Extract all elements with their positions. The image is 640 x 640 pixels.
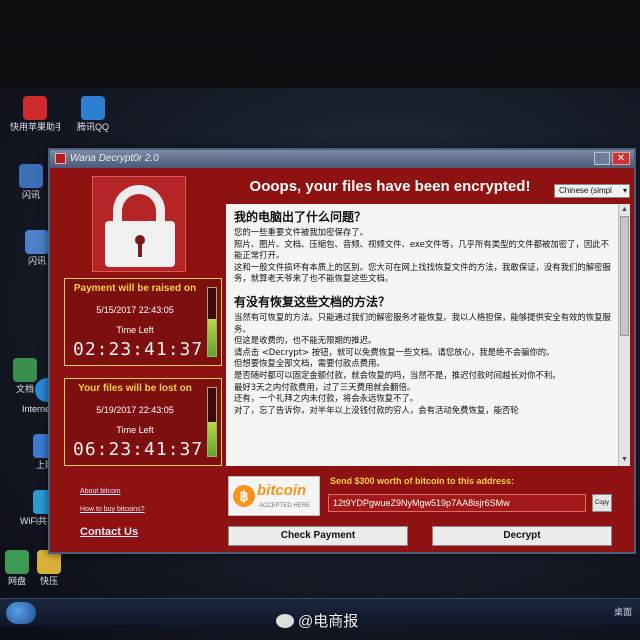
panel-header: Your files will be lost on (78, 383, 192, 394)
time-left-label: Time Left (116, 425, 154, 435)
shanxun-icon (25, 230, 49, 254)
payment-raise-panel: Payment will be raised on 5/15/2017 22:4… (64, 278, 222, 366)
copy-button[interactable]: Copy (592, 494, 612, 512)
close-button[interactable]: ✕ (612, 152, 630, 165)
about-bitcoin-link[interactable]: About bitcoin (80, 488, 120, 495)
wana-decryptor-window: Wana Decrypt0r 2.0 ✕ Payment will be rai… (48, 148, 636, 554)
scroll-down-icon[interactable]: ▼ (620, 455, 629, 465)
weibo-icon (276, 614, 294, 628)
panel-header: Payment will be raised on (73, 283, 197, 294)
scroll-up-icon[interactable]: ▲ (620, 205, 629, 215)
message-scrollbar[interactable]: ▲ ▼ (618, 204, 630, 466)
window-title: Wana Decrypt0r 2.0 (70, 153, 159, 164)
weibo-watermark: @电商报 (276, 610, 358, 631)
desktop-icon-qq[interactable]: 腾讯QQ (68, 96, 118, 133)
message-paragraph: 但这是收费的，也不能无限期的推迟。 (234, 335, 377, 346)
watermark-text: @电商报 (298, 613, 359, 630)
send-instruction: Send $300 worth of bitcoin to this addre… (330, 476, 515, 486)
countdown-progress-bar (207, 287, 217, 357)
message-paragraph: 您的一些重要文件被我加密保存了。 (234, 227, 368, 237)
progress-fill (208, 318, 216, 356)
bitcoin-icon: ฿ (233, 485, 255, 507)
bitcoin-logo: ฿ bitcoin ACCEPTED HERE (228, 476, 320, 516)
chevron-down-icon: ▾ (622, 186, 627, 195)
progress-fill (208, 422, 216, 456)
message-heading: 我的电脑出了什么问题？ (234, 210, 367, 224)
countdown-progress-bar (207, 387, 217, 457)
countdown-timer: 02:23:41:37 (73, 339, 204, 360)
panel-date: 5/15/2017 22:43:05 (96, 305, 174, 315)
kuaiyong-icon (23, 96, 47, 120)
bitcoin-address-field[interactable]: 12t9YDPgwueZ9NyMgw519p7AA8isjr6SMw (328, 494, 586, 512)
shanxun-icon (19, 164, 43, 188)
message-paragraph: 但想要恢复全部文档，需要付款点费用。 (234, 358, 385, 369)
check-payment-button[interactable]: Check Payment (228, 526, 408, 546)
ransom-message-box[interactable]: 我的电脑出了什么问题？ 您的一些重要文件被我加密保存了。 照片、图片、文档、压缩… (226, 204, 618, 466)
countdown-timer: 06:23:41:37 (73, 439, 204, 460)
desktop-icon-kuaiyong[interactable]: 快用苹果助手 (10, 96, 60, 133)
contact-us-link[interactable]: Contact Us (80, 526, 138, 538)
keyhole-slot (138, 243, 142, 257)
decrypt-button[interactable]: Decrypt (432, 526, 612, 546)
language-select[interactable]: Chinese (simpl ▾ (554, 184, 630, 198)
maximize-button[interactable] (594, 152, 610, 165)
desktop-icon-label: 网盘 (7, 576, 26, 586)
panel-date: 5/19/2017 22:43:05 (96, 405, 174, 415)
message-paragraph: 照片、图片、文档、压缩包、音频、视频文件、exe文件等，几乎所有类型的文件都被加… (234, 238, 609, 261)
netdisk-icon (5, 550, 29, 574)
bitcoin-logo-sub: ACCEPTED HERE (259, 503, 311, 509)
padlock-image (92, 176, 186, 272)
time-left-label: Time Left (116, 325, 154, 335)
desktop-icon-label: 腾讯QQ (76, 122, 109, 132)
scrollbar-thumb[interactable] (620, 216, 629, 336)
message-paragraph: 请点击 <Decrypt> 按钮，就可以免费恢复一些文档。请您放心，我是绝不会骗… (234, 346, 555, 357)
bitcoin-logo-word: bitcoin (257, 482, 307, 499)
language-value: Chinese (simpl (559, 186, 612, 195)
message-paragraph: 当然有可恢复的方法。只能通过我们的解密服务才能恢复。我以人格担保，能够提供安全有… (234, 311, 611, 334)
ransom-headline: Ooops, your files have been encrypted! (249, 178, 531, 195)
desktop-icon-label: 快用苹果助手 (10, 122, 60, 132)
message-paragraph: 对了，忘了告诉你，对半年以上没钱付款的穷人，会有活动免费恢复，能否轮 (234, 404, 519, 415)
how-to-buy-link[interactable]: How to buy bitcoins? (80, 506, 145, 513)
message-paragraph: 是否随时都可以固定金额付款，就会恢复的吗，当然不是，推迟付款时间越长对你不利。 (234, 369, 561, 380)
message-paragraph: 还有，一个礼拜之内未付款，将会永远恢复不了。 (234, 393, 419, 404)
start-button[interactable] (6, 602, 36, 624)
qq-icon (81, 96, 105, 120)
app-icon (55, 153, 66, 164)
message-paragraph: 这和一般文件损坏有本质上的区别。您大可在网上找找恢复文件的方法，我敢保证，没有我… (234, 261, 611, 284)
files-lost-panel: Your files will be lost on 5/19/2017 22:… (64, 378, 222, 466)
system-tray[interactable]: 桌面 (614, 605, 632, 618)
desktop-icon-netdisk[interactable]: 网盘 (0, 550, 42, 587)
window-titlebar[interactable]: Wana Decrypt0r 2.0 ✕ (50, 150, 634, 168)
message-paragraph: 最好3天之内付款费用，过了三天费用就会翻倍。 (234, 381, 416, 392)
message-heading: 有没有恢复这些文档的方法？ (234, 294, 391, 309)
